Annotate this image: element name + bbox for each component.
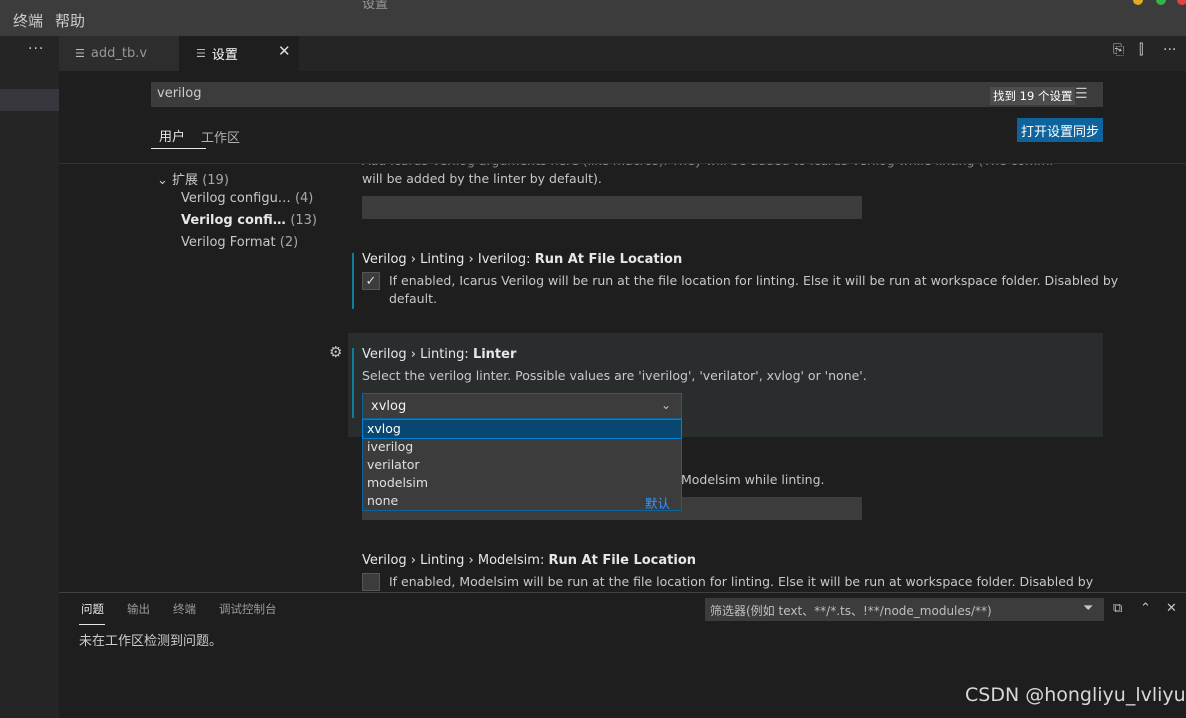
more-actions-icon[interactable]: ··· xyxy=(1163,42,1176,58)
setting-description: If enabled, Modelsim will be run at the … xyxy=(389,574,1094,589)
menu-terminal[interactable]: 终端 xyxy=(13,10,43,31)
menu-help[interactable]: 帮助 xyxy=(55,10,85,31)
close-panel-icon[interactable]: ✕ xyxy=(1166,601,1177,616)
panel-tab-terminal[interactable]: 终端 xyxy=(173,601,196,617)
modified-indicator xyxy=(352,253,354,309)
tab-add-tb[interactable]: ☰ add_tb.v xyxy=(59,36,179,71)
window-title: 设置 xyxy=(362,0,389,12)
search-value: verilog xyxy=(157,86,202,101)
settings-search-input[interactable] xyxy=(151,82,1103,107)
setting-description: Select the verilog linter. Possible valu… xyxy=(362,368,867,383)
active-tab-indicator xyxy=(151,148,206,149)
chevron-down-icon: ⌄ xyxy=(157,173,168,188)
default-label: 默认 xyxy=(645,496,671,511)
tab-label: 设置 xyxy=(211,48,238,63)
setting-description: If enabled, Icarus Verilog will be run a… xyxy=(389,273,1119,288)
open-json-icon[interactable]: ⎘ xyxy=(1113,42,1124,58)
option-verilator[interactable]: verilator xyxy=(363,456,681,474)
iverilog-run-at-file-checkbox[interactable]: ✓ xyxy=(362,272,380,290)
setting-title: Verilog › Linting › Iverilog: Run At Fil… xyxy=(362,252,683,267)
settings-sync-button[interactable]: 打开设置同步 xyxy=(1017,118,1103,142)
iverilog-arguments-input[interactable] xyxy=(362,196,862,219)
panel-tab-problems[interactable]: 问题 xyxy=(81,601,104,617)
chevron-down-icon: ⌄ xyxy=(661,398,672,412)
linter-select[interactable] xyxy=(362,393,682,419)
toc-item[interactable]: Verilog Format (2) xyxy=(181,235,298,250)
toc-item-selected[interactable]: Verilog confi… (13) xyxy=(181,213,317,228)
close-icon[interactable]: ✕ xyxy=(278,42,291,60)
tab-workspace-settings[interactable]: 工作区 xyxy=(201,127,240,146)
gear-icon[interactable]: ⚙ xyxy=(329,343,342,361)
filter-placeholder: 筛选器(例如 text、**/*.ts、!**/node_modules/**) xyxy=(710,604,992,618)
setting-title: Verilog › Linting: Linter xyxy=(362,347,517,362)
toc-extensions[interactable]: ⌄ 扩展 (19) xyxy=(157,169,229,188)
sidebar xyxy=(0,36,59,718)
search-result-count: 找到 19 个设置 xyxy=(990,87,1076,105)
toc-item[interactable]: Verilog configu… (4) xyxy=(181,191,313,206)
option-xvlog[interactable]: xvlog xyxy=(362,419,682,439)
option-modelsim[interactable]: modelsim xyxy=(363,474,681,492)
funnel-icon[interactable]: ⏷ xyxy=(1083,601,1093,616)
option-none[interactable]: none xyxy=(363,492,681,510)
panel-tab-debug-console[interactable]: 调试控制台 xyxy=(219,601,277,617)
watermark: CSDN @hongliyu_lvliyu xyxy=(965,684,1186,706)
tab-user-settings[interactable]: 用户 xyxy=(159,126,185,145)
modelsim-run-at-file-checkbox[interactable] xyxy=(362,573,380,591)
chevron-up-icon[interactable]: ⌃ xyxy=(1140,601,1151,616)
panel-tab-output[interactable]: 输出 xyxy=(127,601,150,617)
sidebar-more-icon[interactable]: ··· xyxy=(28,41,44,57)
sidebar-selected-row[interactable] xyxy=(0,89,59,111)
title-bar xyxy=(0,0,1186,36)
split-editor-icon[interactable]: ⫿ xyxy=(1139,42,1143,58)
lines-icon: ☰ xyxy=(196,47,206,60)
setting-title: Verilog › Linting › Modelsim: Run At Fil… xyxy=(362,553,697,568)
lines-icon: ☰ xyxy=(75,47,85,60)
collapse-all-icon[interactable]: ⧉ xyxy=(1113,601,1122,616)
tab-label: add_tb.v xyxy=(90,46,148,61)
setting-description: default. xyxy=(389,291,437,306)
filter-list-icon[interactable]: ☰ xyxy=(1075,86,1088,102)
setting-description: will be added by the linter by default). xyxy=(362,171,602,186)
active-panel-indicator xyxy=(79,624,105,625)
problems-message: 未在工作区检测到问题。 xyxy=(79,634,223,649)
option-iverilog[interactable]: iverilog xyxy=(363,438,681,456)
modified-indicator xyxy=(352,348,354,418)
linter-select-value: xvlog xyxy=(371,399,407,414)
setting-description: Modelsim while linting. xyxy=(681,472,825,487)
